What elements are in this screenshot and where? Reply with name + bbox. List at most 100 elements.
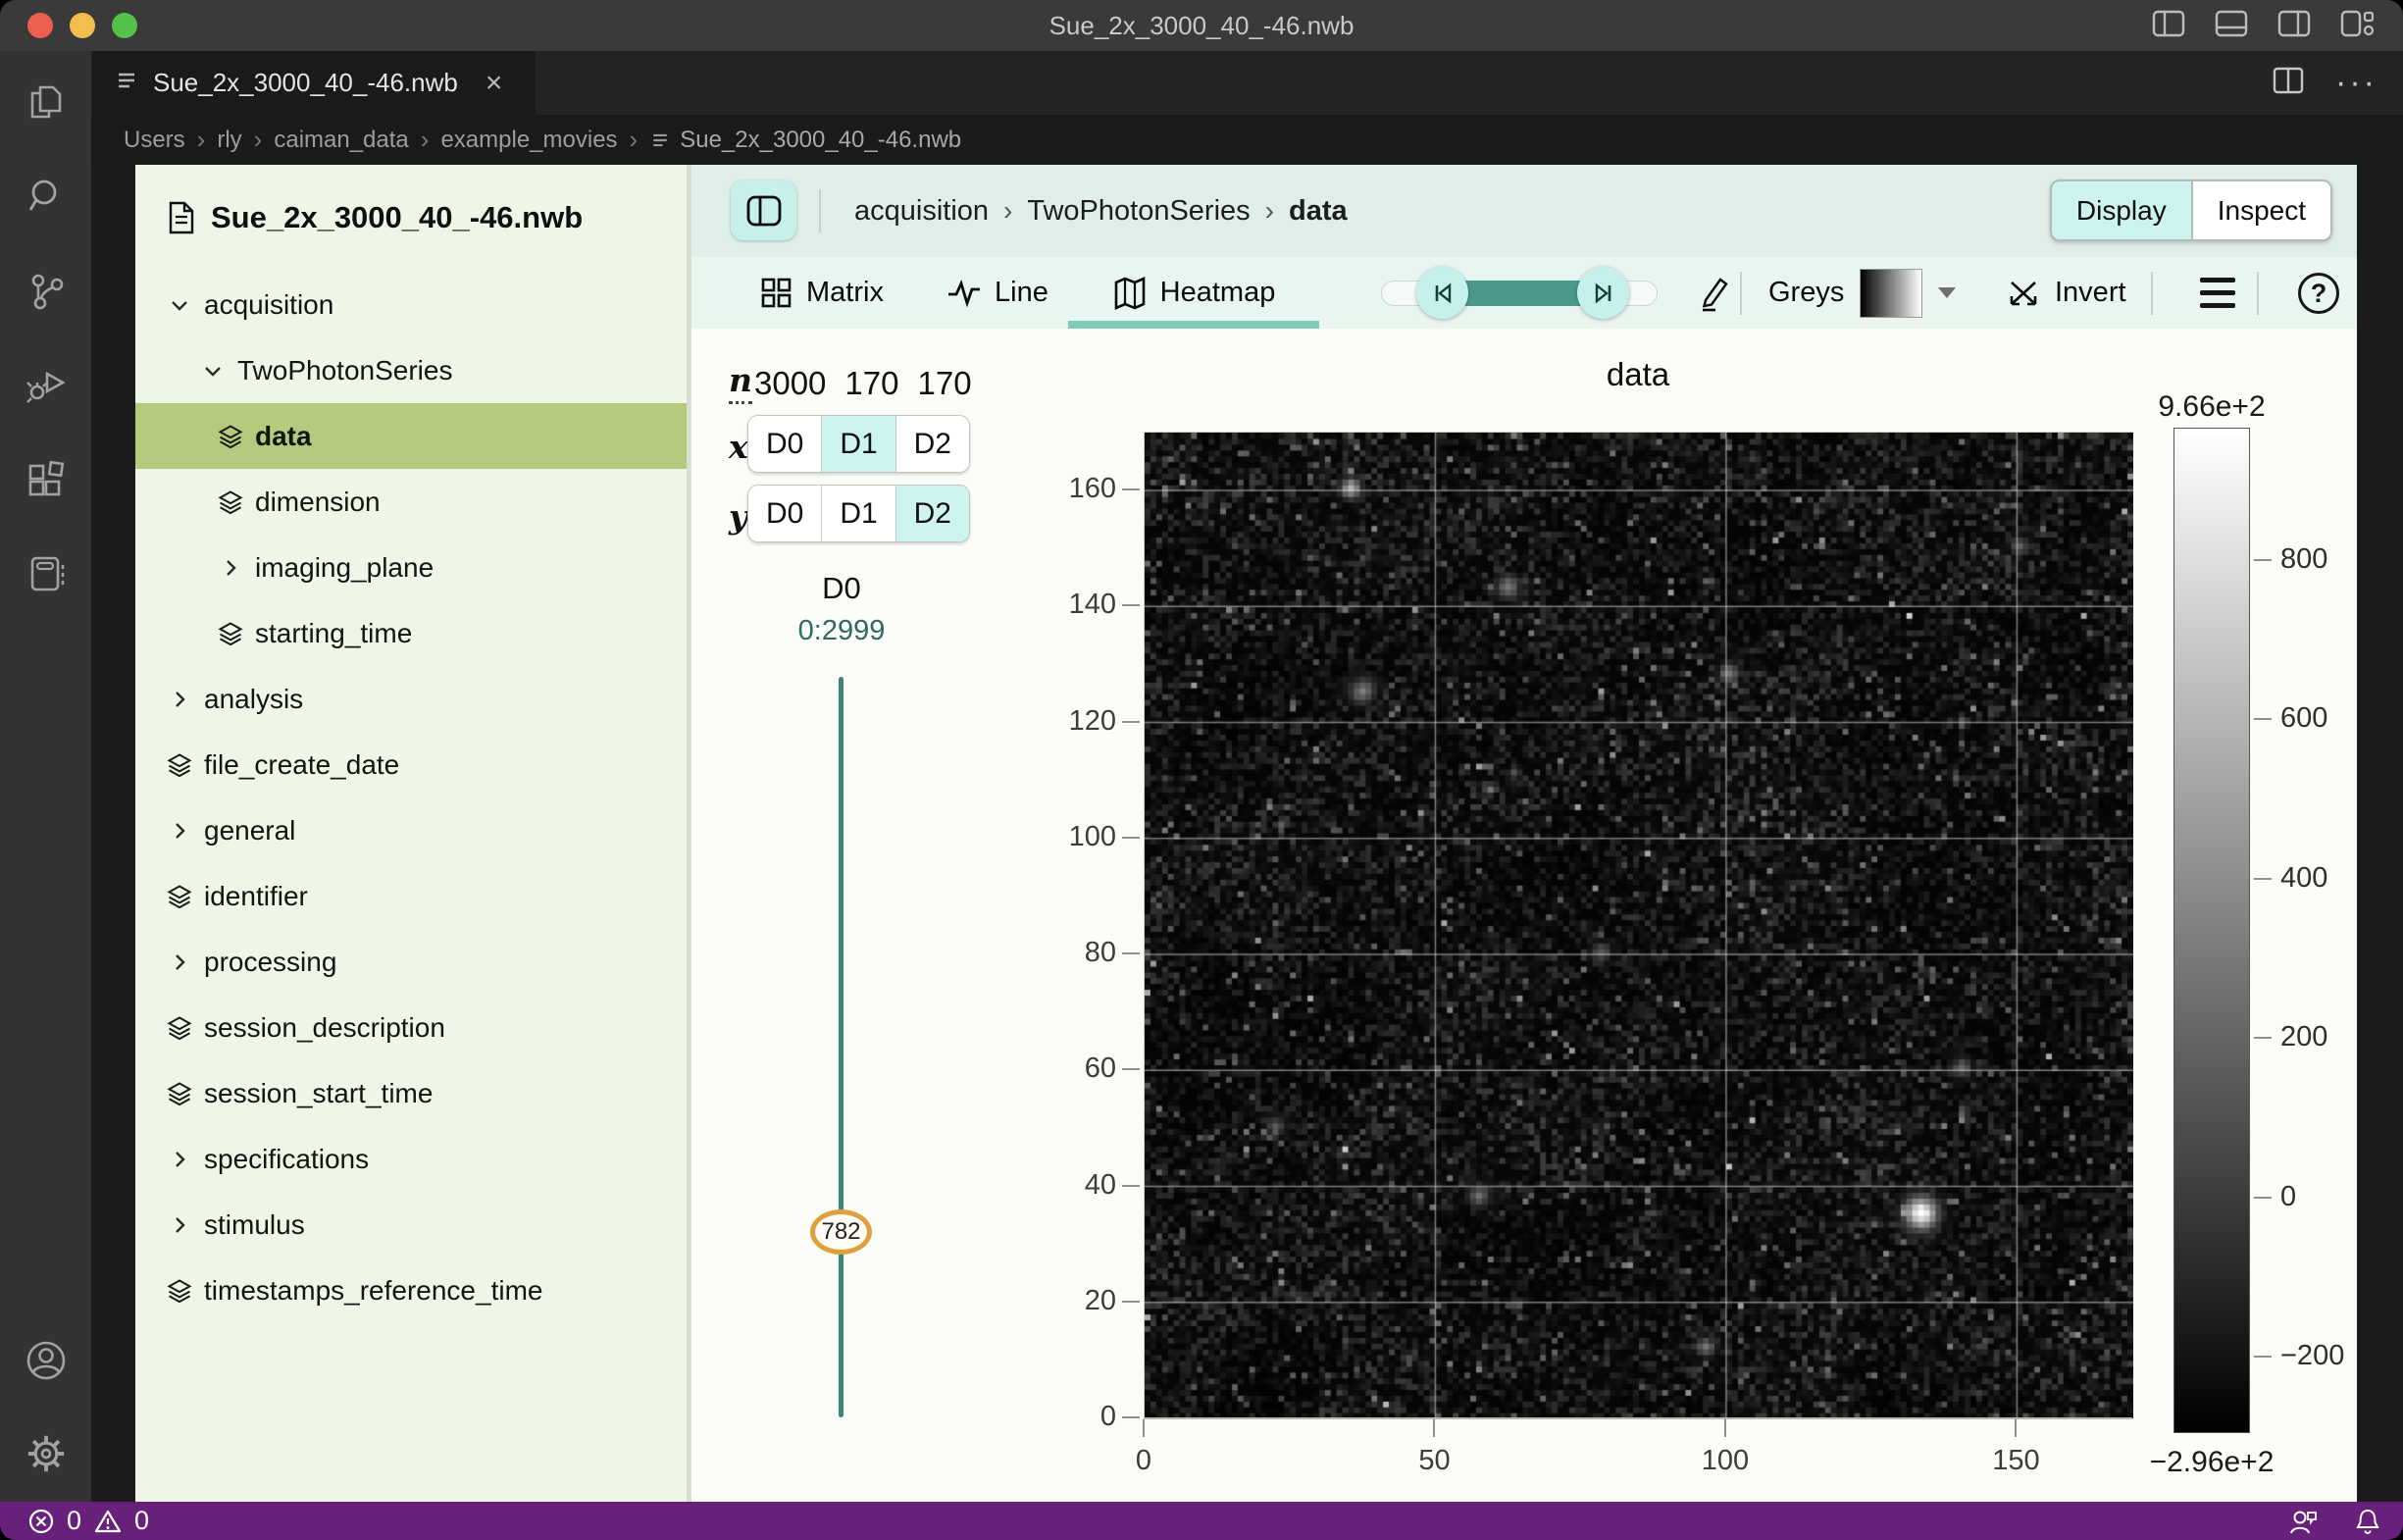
more-actions-icon[interactable]: ··· [2335, 77, 2377, 90]
edit-range-button[interactable] [1694, 257, 1731, 329]
tree-item-imaging_plane[interactable]: imaging_plane [135, 535, 687, 600]
y-tick-mark [1122, 1416, 1140, 1418]
tree-item-analysis[interactable]: analysis [135, 666, 687, 732]
app-window: Sue_2x_3000_40_-46.nwb Sue_2x_3000_40_-4… [0, 0, 2403, 1540]
split-editor-icon[interactable] [2273, 66, 2304, 100]
menu-button[interactable] [2200, 257, 2235, 329]
pen-icon [1694, 274, 1731, 313]
slider-handle-min[interactable] [1416, 267, 1468, 319]
breadcrumb-item[interactable]: example_movies [440, 127, 617, 154]
run-debug-icon[interactable] [0, 362, 91, 407]
toggle-tree-sidebar-button[interactable] [731, 180, 796, 240]
settings-gear-icon[interactable] [0, 1429, 91, 1478]
tree-item-data[interactable]: data [135, 403, 687, 469]
tree-item-TwoPhotonSeries[interactable]: TwoPhotonSeries [135, 337, 687, 403]
tree-item-label: acquisition [204, 289, 333, 321]
breadcrumb-item[interactable]: caiman_data [274, 127, 408, 154]
frame-slider-range: 0:2999 [747, 615, 936, 647]
tree-item-general[interactable]: general [135, 797, 687, 863]
tab-nwb-file[interactable]: Sue_2x_3000_40_-46.nwb × [92, 51, 536, 115]
tab-heatmap[interactable]: Heatmap [1068, 257, 1319, 329]
tree-item-label: analysis [204, 684, 303, 715]
titlebar: Sue_2x_3000_40_-46.nwb [0, 0, 2403, 51]
tree-item-processing[interactable]: processing [135, 929, 687, 995]
notebook-icon[interactable] [0, 551, 91, 596]
explorer-icon[interactable] [0, 78, 91, 124]
close-tab-icon[interactable]: × [486, 69, 503, 98]
tab-line[interactable]: Line [946, 257, 1048, 329]
search-icon[interactable] [0, 174, 91, 219]
help-button[interactable]: ? [2298, 273, 2339, 314]
tree-item-starting_time[interactable]: starting_time [135, 600, 687, 666]
account-icon[interactable] [0, 1336, 91, 1385]
colorbar-tick-mark [2254, 1356, 2272, 1358]
y-dim-button-D1[interactable]: D1 [821, 486, 895, 541]
x-tick-label: 150 [1971, 1445, 2060, 1477]
breadcrumb-item[interactable]: rly [217, 127, 241, 154]
y-tick-mark [1122, 1185, 1140, 1187]
y-dim-button-D2[interactable]: D2 [895, 486, 969, 541]
toggle-panel-icon[interactable] [2215, 9, 2248, 43]
tree-item-timestamps_reference_time[interactable]: timestamps_reference_time [135, 1258, 687, 1323]
x-dim-button-D2[interactable]: D2 [895, 416, 969, 472]
nwb-tree-panel: Sue_2x_3000_40_-46.nwb acquisition TwoPho… [135, 165, 687, 1502]
tree-item-label: timestamps_reference_time [204, 1275, 542, 1307]
right-scrollbar-gutter[interactable] [2357, 165, 2403, 1502]
viewer-breadcrumb-item[interactable]: acquisition [854, 195, 989, 228]
colorbar-tick-mark [2254, 1037, 2272, 1039]
zoom-window-button[interactable] [112, 13, 137, 38]
tab-matrix[interactable]: Matrix [760, 257, 884, 329]
x-tick-mark [1433, 1419, 1435, 1437]
tree-item-file_create_date[interactable]: file_create_date [135, 732, 687, 797]
shape-values: 3000170170 [754, 365, 972, 402]
minimize-window-button[interactable] [70, 13, 95, 38]
shape-value: 170 [917, 365, 971, 402]
n-label: n [729, 361, 752, 404]
notifications-bell-icon[interactable] [2354, 1507, 2381, 1536]
tree-item-stimulus[interactable]: stimulus [135, 1192, 687, 1258]
x-dim-button-D0[interactable]: D0 [748, 416, 821, 472]
colorbar-max-label: 9.66e+2 [2102, 390, 2322, 424]
customize-layout-icon[interactable] [2340, 9, 2374, 43]
tree-item-session_description[interactable]: session_description [135, 995, 687, 1060]
close-window-button[interactable] [27, 13, 53, 38]
y-dim-button-D0[interactable]: D0 [748, 486, 821, 541]
invert-colormap-button[interactable]: Invert [2008, 257, 2126, 329]
tree-item-label: imaging_plane [255, 552, 434, 584]
breadcrumb-file[interactable]: Sue_2x_3000_40_-46.nwb [649, 127, 961, 154]
slider-handle-max[interactable] [1577, 267, 1629, 319]
feedback-person-icon[interactable] [2287, 1507, 2319, 1536]
heatmap-plot[interactable] [1144, 432, 2132, 1417]
x-tick-label: 0 [1099, 1445, 1188, 1477]
file-title: Sue_2x_3000_40_-46.nwb [135, 165, 687, 271]
chevron-down-icon [1938, 287, 1956, 298]
nwb-file-icon [649, 129, 671, 151]
warnings-count: 0 [134, 1506, 149, 1536]
toggle-secondary-sidebar-icon[interactable] [2277, 9, 2311, 43]
breadcrumb-item[interactable]: Users [124, 127, 185, 154]
heatmap-image[interactable] [1145, 433, 2133, 1418]
tree-item-session_start_time[interactable]: session_start_time [135, 1060, 687, 1126]
tree-item-acquisition[interactable]: acquisition [135, 272, 687, 337]
tree-item-dimension[interactable]: dimension [135, 469, 687, 535]
display-button[interactable]: Display [2052, 181, 2191, 239]
frame-slider-handle[interactable]: 782 [810, 1209, 872, 1255]
y-tick-label: 20 [1026, 1285, 1116, 1317]
problems-status[interactable]: 0 0 [27, 1506, 149, 1536]
colorbar-tick-mark [2254, 718, 2272, 720]
source-control-icon[interactable] [0, 269, 91, 314]
extensions-icon[interactable] [0, 457, 91, 502]
tree-item-specifications[interactable]: specifications [135, 1126, 687, 1192]
inspect-button[interactable]: Inspect [2191, 181, 2330, 239]
colormap-select[interactable]: Greys [1768, 257, 1956, 329]
divider [2257, 272, 2259, 315]
x-axis-line [1144, 1417, 2132, 1419]
x-dim-button-D1[interactable]: D1 [821, 416, 895, 472]
chevron-right-icon [165, 685, 194, 714]
frame-slider-track[interactable] [839, 677, 844, 1417]
sidebar-toggle-icon [745, 194, 783, 228]
warnings-icon [93, 1508, 123, 1535]
tree-item-identifier[interactable]: identifier [135, 863, 687, 929]
viewer-breadcrumb-item[interactable]: TwoPhotonSeries [1027, 195, 1250, 228]
toggle-primary-sidebar-icon[interactable] [2152, 9, 2185, 43]
